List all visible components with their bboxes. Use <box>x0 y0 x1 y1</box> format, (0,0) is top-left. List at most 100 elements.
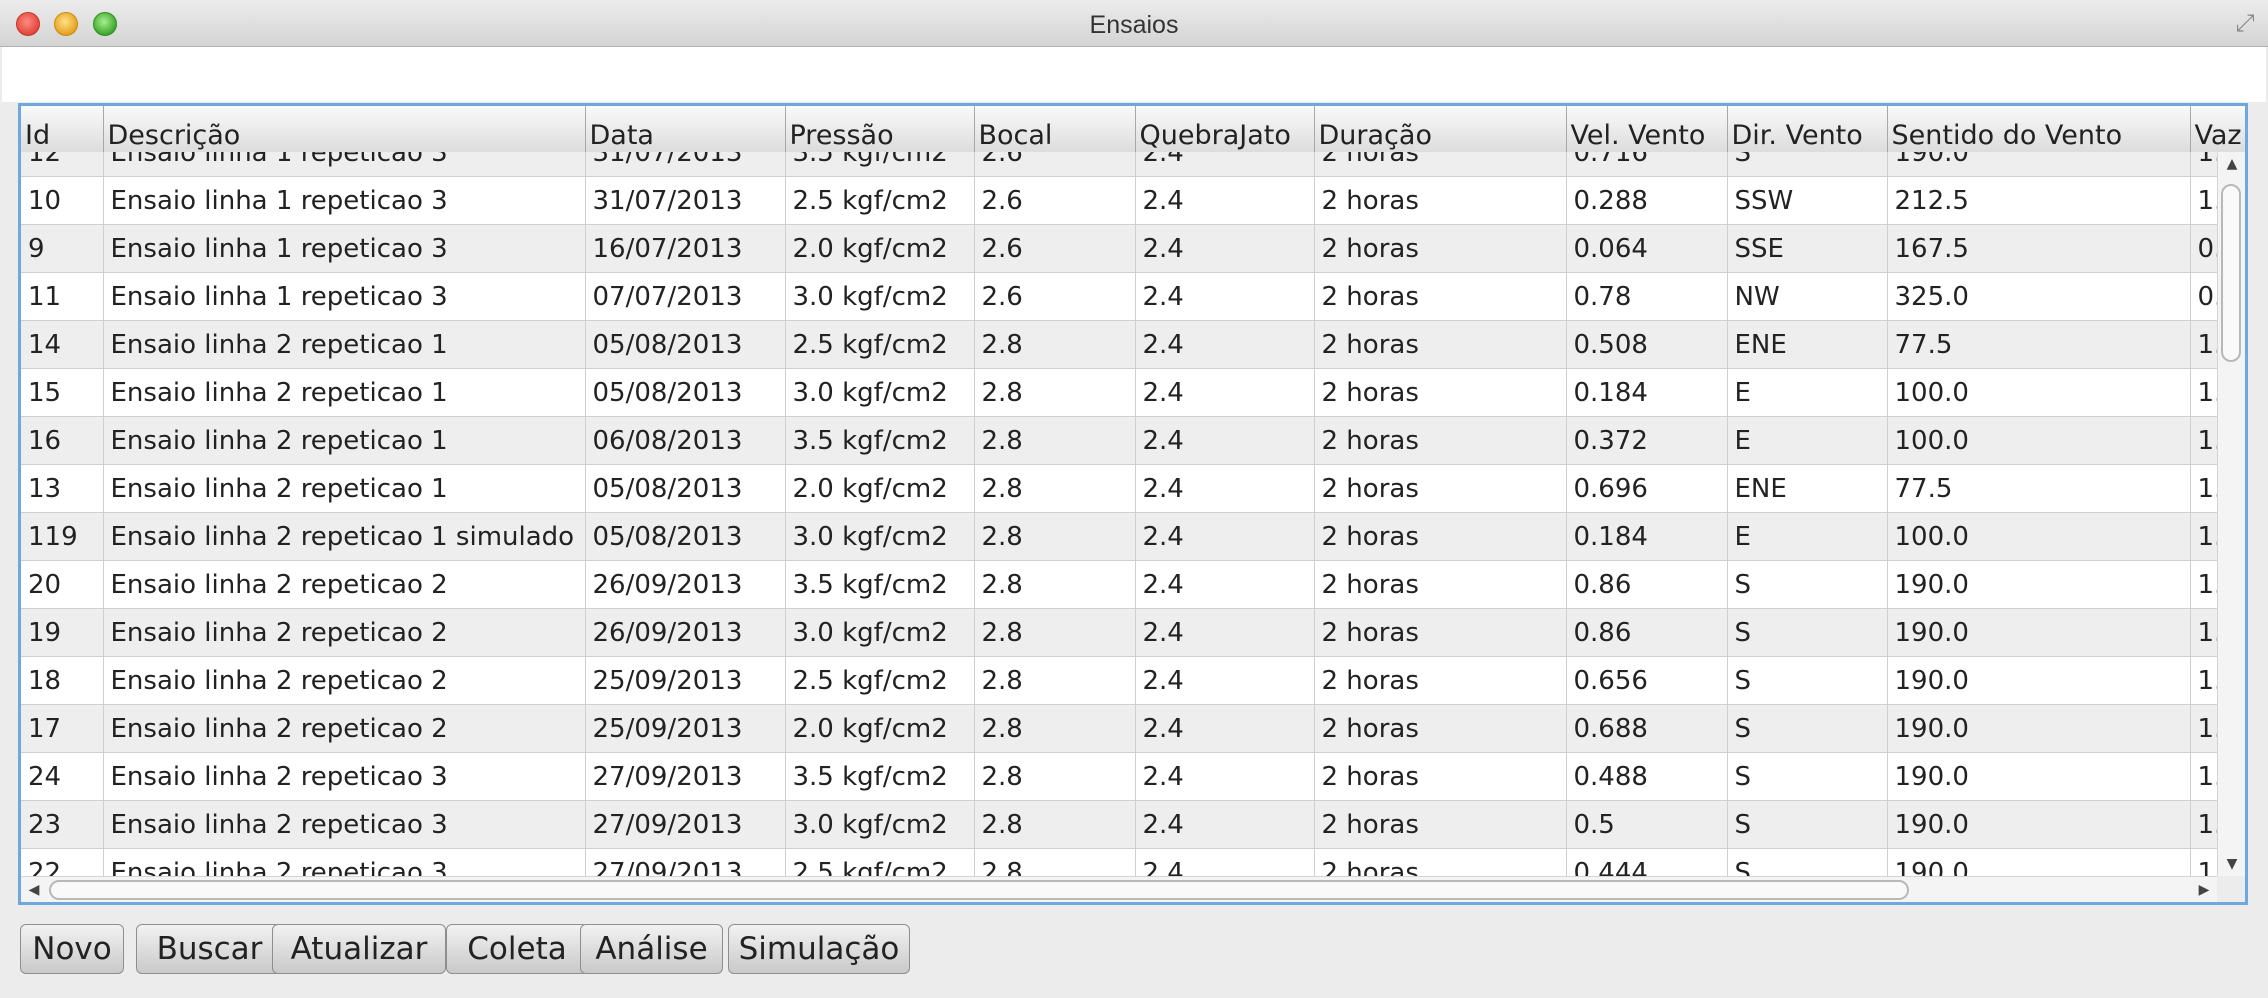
table-row[interactable]: 24 Ensaio linha 2 repeticao 3 27/09/2013 3.… <box>21 752 2217 801</box>
table-cell[interactable]: 22 <box>21 848 104 876</box>
table-cell[interactable]: 31/07/2013 <box>585 152 786 177</box>
table-cell[interactable]: 11 <box>21 272 104 321</box>
table-cell[interactable]: 3.0 kgf/cm2 <box>785 368 975 417</box>
table-cell[interactable]: SSE <box>1727 224 1888 273</box>
scroll-down-icon[interactable]: ▼ <box>2218 852 2245 876</box>
buscar-button[interactable]: Buscar <box>136 924 283 974</box>
table-cell[interactable]: S <box>1727 656 1888 705</box>
table-cell[interactable]: 190.0 <box>1887 152 2191 177</box>
table-cell[interactable]: 2.4 <box>1135 224 1315 273</box>
table-cell[interactable]: S <box>1727 608 1888 657</box>
column-header[interactable]: Id <box>21 106 104 154</box>
table-row[interactable]: 17 Ensaio linha 2 repeticao 2 25/09/2013 2.… <box>21 704 2217 753</box>
table-cell[interactable]: Ensaio linha 2 repeticao 1 <box>103 320 586 369</box>
table-cell[interactable]: 1. <box>2190 416 2217 465</box>
table-cell[interactable]: Ensaio linha 2 repeticao 1 <box>103 416 586 465</box>
table-cell[interactable]: 2.8 <box>974 656 1136 705</box>
table-row[interactable]: 19 Ensaio linha 2 repeticao 2 26/09/2013 3.… <box>21 608 2217 657</box>
table-cell[interactable]: 325.0 <box>1887 272 2191 321</box>
table-cell[interactable]: S <box>1727 752 1888 801</box>
table-cell[interactable]: 1. <box>2190 848 2217 876</box>
table-cell[interactable]: 2 horas <box>1314 368 1567 417</box>
table-cell[interactable]: 07/07/2013 <box>585 272 786 321</box>
table-cell[interactable]: Ensaio linha 2 repeticao 1 <box>103 464 586 513</box>
table-cell[interactable]: 2.4 <box>1135 416 1315 465</box>
table-cell[interactable]: ENE <box>1727 464 1888 513</box>
table-cell[interactable]: 1. <box>2190 368 2217 417</box>
table-cell[interactable]: 3.5 kgf/cm2 <box>785 560 975 609</box>
table-row[interactable]: 23 Ensaio linha 2 repeticao 3 27/09/2013 3.… <box>21 800 2217 849</box>
horizontal-scroll-thumb[interactable] <box>49 880 1909 900</box>
table-cell[interactable]: 1. <box>2190 512 2217 561</box>
table-cell[interactable]: 2 horas <box>1314 704 1567 753</box>
table-cell[interactable]: 0. <box>2190 224 2217 273</box>
table-cell[interactable]: 12 <box>21 152 104 177</box>
table-cell[interactable]: 0.86 <box>1566 560 1728 609</box>
table-cell[interactable]: 2.4 <box>1135 512 1315 561</box>
table-cell[interactable]: Ensaio linha 2 repeticao 1 <box>103 368 586 417</box>
table-cell[interactable]: 0.064 <box>1566 224 1728 273</box>
coleta-button[interactable]: Coleta <box>446 924 588 974</box>
table-cell[interactable]: 2.8 <box>974 464 1136 513</box>
vertical-scrollbar[interactable]: ▲ ▼ <box>2217 152 2245 876</box>
table-cell[interactable]: 3.5 kgf/cm2 <box>785 416 975 465</box>
table-cell[interactable]: 2.4 <box>1135 176 1315 225</box>
table-cell[interactable]: 25/09/2013 <box>585 704 786 753</box>
table-cell[interactable]: 0.184 <box>1566 512 1728 561</box>
column-header[interactable]: Vaz <box>2190 106 2245 154</box>
table-cell[interactable]: 2 horas <box>1314 224 1567 273</box>
table-cell[interactable]: S <box>1727 800 1888 849</box>
table-cell[interactable]: 06/08/2013 <box>585 416 786 465</box>
table-cell[interactable]: 190.0 <box>1887 848 2191 876</box>
table-cell[interactable]: 25/09/2013 <box>585 656 786 705</box>
table-cell[interactable]: 2.0 kgf/cm2 <box>785 224 975 273</box>
table-cell[interactable]: 2 horas <box>1314 608 1567 657</box>
table-cell[interactable]: S <box>1727 560 1888 609</box>
table-cell[interactable]: 190.0 <box>1887 656 2191 705</box>
table-cell[interactable]: 2.4 <box>1135 152 1315 177</box>
analise-button[interactable]: Análise <box>580 924 723 974</box>
column-header[interactable]: Bocal <box>974 106 1136 154</box>
table-cell[interactable]: 2.4 <box>1135 800 1315 849</box>
table-cell[interactable]: 2.5 kgf/cm2 <box>785 176 975 225</box>
table-cell[interactable]: 100.0 <box>1887 512 2191 561</box>
table-cell[interactable]: 2.6 <box>974 224 1136 273</box>
table-cell[interactable]: 3.0 kgf/cm2 <box>785 800 975 849</box>
table-cell[interactable]: S <box>1727 152 1888 177</box>
scroll-left-icon[interactable]: ◀ <box>21 877 47 902</box>
table-cell[interactable]: 2.8 <box>974 320 1136 369</box>
table-cell[interactable]: 31/07/2013 <box>585 176 786 225</box>
table-row[interactable]: 10 Ensaio linha 1 repeticao 3 31/07/2013 2.… <box>21 176 2217 225</box>
table-cell[interactable]: 2 horas <box>1314 656 1567 705</box>
table-cell[interactable]: 2.4 <box>1135 752 1315 801</box>
table-cell[interactable]: 3.5 kgf/cm2 <box>785 752 975 801</box>
table-cell[interactable]: NW <box>1727 272 1888 321</box>
table-cell[interactable]: Ensaio linha 2 repeticao 2 <box>103 560 586 609</box>
table-cell[interactable]: Ensaio linha 1 repeticao 3 <box>103 224 586 273</box>
table-cell[interactable]: 0.488 <box>1566 752 1728 801</box>
table-cell[interactable]: 15 <box>21 368 104 417</box>
table-cell[interactable]: 0.5 <box>1566 800 1728 849</box>
table-cell[interactable]: 0.444 <box>1566 848 1728 876</box>
table-cell[interactable]: 27/09/2013 <box>585 752 786 801</box>
table-cell[interactable]: 2.4 <box>1135 560 1315 609</box>
table-cell[interactable]: 26/09/2013 <box>585 608 786 657</box>
table-cell[interactable]: 2.5 kgf/cm2 <box>785 848 975 876</box>
table-cell[interactable]: 1. <box>2190 752 2217 801</box>
table-cell[interactable]: 05/08/2013 <box>585 368 786 417</box>
table-cell[interactable]: 16/07/2013 <box>585 224 786 273</box>
table-cell[interactable]: 0. <box>2190 272 2217 321</box>
table-row[interactable]: 14 Ensaio linha 2 repeticao 1 05/08/2013 2.… <box>21 320 2217 369</box>
table-cell[interactable]: 2 horas <box>1314 272 1567 321</box>
vertical-scroll-thumb[interactable] <box>2221 184 2241 362</box>
table-cell[interactable]: 2.0 kgf/cm2 <box>785 704 975 753</box>
table-cell[interactable]: 0.184 <box>1566 368 1728 417</box>
table-cell[interactable]: 0.716 <box>1566 152 1728 177</box>
table-cell[interactable]: 2 horas <box>1314 416 1567 465</box>
table-cell[interactable]: 190.0 <box>1887 800 2191 849</box>
table-cell[interactable]: 0.372 <box>1566 416 1728 465</box>
table-cell[interactable]: 3.5 kgf/cm2 <box>785 152 975 177</box>
column-header[interactable]: Vel. Vento <box>1566 106 1728 154</box>
table-cell[interactable]: S <box>1727 704 1888 753</box>
table-cell[interactable]: Ensaio linha 2 repeticao 2 <box>103 608 586 657</box>
